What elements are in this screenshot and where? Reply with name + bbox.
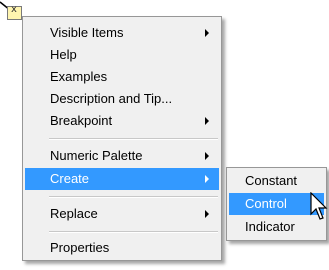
submenu-item-label: Constant xyxy=(245,173,298,188)
menu-item-label: Create xyxy=(50,171,90,186)
mouse-pointer-icon xyxy=(310,192,328,220)
submenu-arrow-icon xyxy=(205,29,209,37)
menu-item-properties[interactable]: Properties xyxy=(25,237,219,259)
menu-item-visible-items[interactable]: Visible Items xyxy=(25,22,219,44)
menu-item-breakpoint[interactable]: Breakpoint xyxy=(25,110,219,132)
submenu-arrow-icon xyxy=(205,175,209,183)
menu-item-help[interactable]: Help xyxy=(25,44,219,66)
menu-separator xyxy=(49,231,218,233)
menu-item-label: Help xyxy=(50,47,77,62)
submenu-arrow-icon xyxy=(205,117,209,125)
menu-item-numeric-palette[interactable]: Numeric Palette xyxy=(25,145,219,167)
menu-separator xyxy=(49,138,218,140)
menu-item-create[interactable]: Create xyxy=(25,168,219,190)
menu-item-description-and-tip[interactable]: Description and Tip... xyxy=(25,88,219,110)
menu-item-examples[interactable]: Examples xyxy=(25,66,219,88)
submenu-arrow-icon xyxy=(205,210,209,218)
menu-item-label: Numeric Palette xyxy=(50,148,143,163)
menu-item-label: Replace xyxy=(50,206,98,221)
submenu-item-label: Control xyxy=(245,196,287,211)
menu-item-label: Description and Tip... xyxy=(50,91,173,106)
menu-separator xyxy=(49,196,218,198)
submenu-item-constant[interactable]: Constant xyxy=(229,170,324,192)
menu-item-label: Visible Items xyxy=(50,25,124,40)
submenu-item-label: Indicator xyxy=(245,219,295,234)
context-menu: Visible Items Help Examples Description … xyxy=(22,16,222,261)
wire-terminal-icon[interactable]: x xyxy=(7,4,22,20)
menu-item-label: Examples xyxy=(50,69,108,84)
submenu-arrow-icon xyxy=(205,152,209,160)
menu-item-replace[interactable]: Replace xyxy=(25,203,219,225)
menu-item-label: Breakpoint xyxy=(50,113,113,128)
menu-item-label: Properties xyxy=(50,240,110,255)
